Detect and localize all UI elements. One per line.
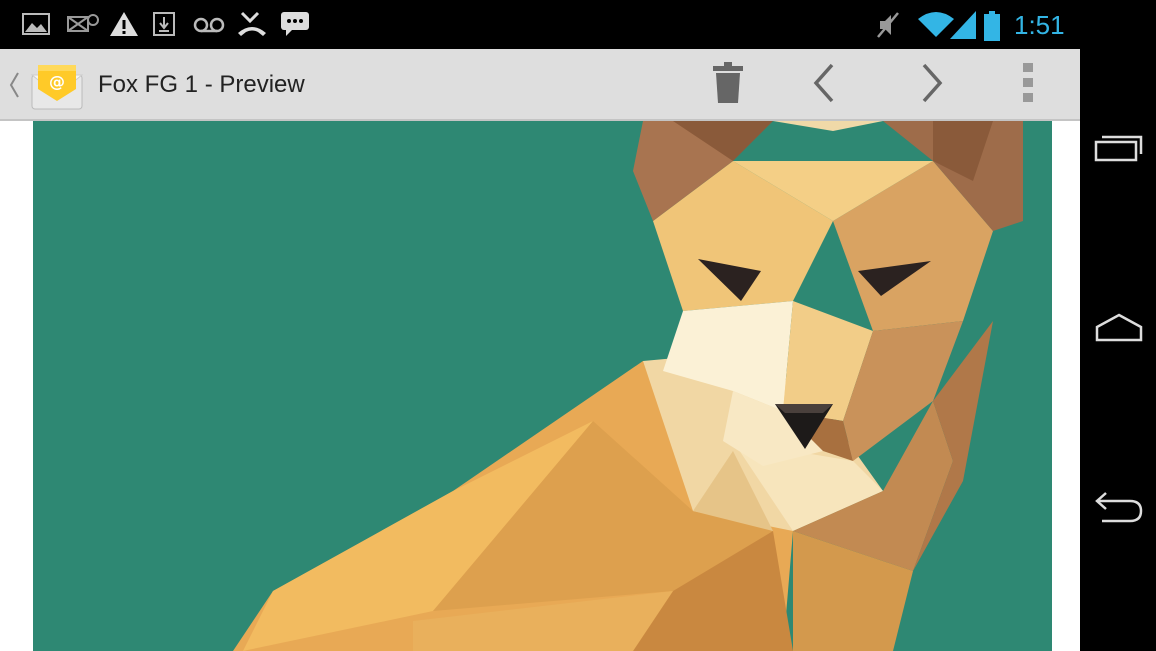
back-icon — [1094, 490, 1144, 529]
home-icon — [1094, 312, 1144, 347]
home-button[interactable] — [1094, 304, 1144, 354]
email-failed-icon — [66, 11, 100, 39]
email-app-icon[interactable]: @ — [28, 61, 86, 116]
wifi-icon — [918, 11, 954, 39]
mute-icon — [876, 11, 900, 39]
fox-illustration — [233, 121, 1023, 651]
action-bar: @ Fox FG 1 - Preview — [0, 49, 1080, 121]
next-button[interactable] — [898, 49, 966, 121]
back-button[interactable] — [1094, 484, 1144, 534]
recent-apps-button[interactable] — [1094, 124, 1144, 174]
attachment-preview-image[interactable] — [33, 121, 1052, 651]
status-clock: 1:51 — [1014, 10, 1065, 40]
download-icon — [152, 11, 176, 39]
missed-call-icon — [236, 11, 268, 39]
overflow-menu-button[interactable] — [1004, 49, 1052, 121]
warning-icon — [109, 11, 139, 39]
chevron-left-icon — [812, 63, 836, 108]
chevron-right-icon — [920, 63, 944, 108]
recent-apps-icon — [1094, 132, 1144, 167]
gallery-icon — [22, 11, 50, 39]
chat-icon — [280, 11, 310, 39]
overflow-menu-icon — [1023, 62, 1033, 108]
signal-icon — [950, 11, 976, 39]
voicemail-icon — [192, 11, 226, 39]
status-bar: 1:51 — [0, 0, 1080, 49]
navigation-bar — [1080, 0, 1156, 651]
message-title: Fox FG 1 - Preview — [98, 71, 305, 98]
up-caret-icon[interactable] — [8, 71, 20, 104]
delete-button[interactable] — [696, 49, 760, 121]
previous-button[interactable] — [790, 49, 858, 121]
svg-text:@: @ — [49, 72, 65, 91]
delete-icon — [711, 61, 745, 109]
preview-content — [0, 121, 1080, 651]
battery-icon — [984, 11, 1000, 41]
